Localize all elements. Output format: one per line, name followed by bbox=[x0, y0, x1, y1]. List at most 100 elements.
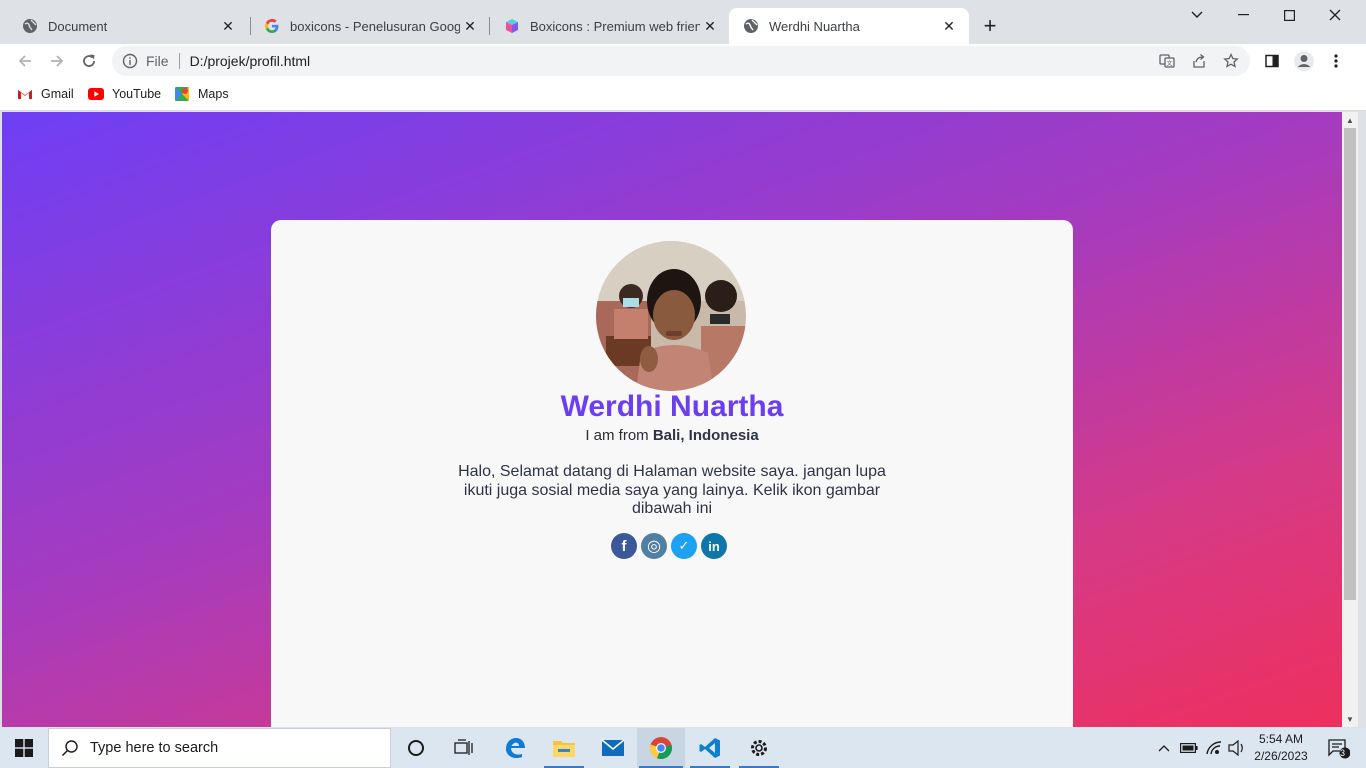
tab-search-button[interactable] bbox=[1174, 4, 1220, 26]
mail-icon bbox=[601, 739, 625, 756]
chevron-up-icon bbox=[1158, 745, 1170, 752]
profile-button[interactable] bbox=[1290, 47, 1318, 75]
arrow-left-icon bbox=[18, 55, 31, 67]
instagram-icon[interactable]: ◎ bbox=[641, 533, 667, 559]
bookmark-gmail[interactable]: Gmail bbox=[17, 84, 74, 104]
tab-title: Document bbox=[48, 18, 108, 34]
bookmarks-bar: Gmail YouTube Maps bbox=[0, 78, 1366, 111]
maximize-icon bbox=[1283, 9, 1295, 21]
more-vert-icon bbox=[1334, 54, 1338, 68]
settings-button[interactable] bbox=[735, 728, 783, 768]
tab-document[interactable]: Document ✕ bbox=[8, 8, 248, 44]
vscode-button[interactable] bbox=[686, 728, 734, 768]
clock-date: 2/26/2023 bbox=[1254, 749, 1308, 763]
search-placeholder: Type here to search bbox=[90, 740, 219, 756]
minimize-icon bbox=[1237, 14, 1249, 16]
network-button[interactable] bbox=[1203, 728, 1225, 768]
browser-toolbar: File D:/projek/profil.html 文 bbox=[0, 44, 1366, 78]
scroll-up-arrow-icon[interactable]: ▲ bbox=[1342, 113, 1358, 127]
maximize-button[interactable] bbox=[1266, 4, 1312, 26]
start-button[interactable] bbox=[0, 728, 48, 768]
profile-photo bbox=[596, 241, 746, 391]
youtube-icon bbox=[88, 86, 104, 102]
origin-prefix: I am from bbox=[585, 427, 649, 444]
scheme-label: File bbox=[146, 53, 169, 69]
reload-button[interactable] bbox=[75, 47, 103, 75]
cortana-icon bbox=[408, 740, 424, 756]
cortana-button[interactable] bbox=[392, 728, 440, 768]
url-text[interactable]: D:/projek/profil.html bbox=[190, 53, 311, 69]
svg-text:文: 文 bbox=[1166, 60, 1172, 68]
side-panel-icon bbox=[1265, 54, 1279, 68]
notifications-button[interactable]: 3 bbox=[1318, 728, 1358, 768]
taskbar: Type here to search 5:54 AM 2/26/2023 3 bbox=[0, 728, 1366, 768]
task-view-button[interactable] bbox=[440, 728, 488, 768]
taskbar-search-box[interactable]: Type here to search bbox=[48, 728, 391, 768]
tab-title: boxicons - Penelusuran Google bbox=[290, 18, 460, 34]
chevron-down-icon bbox=[1191, 11, 1203, 18]
linkedin-icon[interactable]: in bbox=[701, 533, 727, 559]
chrome-icon bbox=[649, 737, 672, 760]
edge-icon bbox=[506, 738, 525, 759]
page-viewport: Werdhi Nuartha I am from Bali, Indonesia… bbox=[2, 112, 1342, 727]
close-icon[interactable]: ✕ bbox=[218, 16, 238, 36]
menu-button[interactable] bbox=[1322, 47, 1350, 75]
bookmark-youtube[interactable]: YouTube bbox=[88, 84, 161, 104]
clock[interactable]: 5:54 AM 2/26/2023 bbox=[1250, 731, 1312, 765]
volume-button[interactable] bbox=[1226, 728, 1248, 768]
scroll-thumb[interactable] bbox=[1344, 128, 1356, 600]
task-view-icon bbox=[454, 739, 473, 755]
notification-count: 3 bbox=[1340, 748, 1346, 758]
gmail-icon bbox=[17, 86, 33, 102]
globe-icon bbox=[22, 18, 38, 34]
minimize-button[interactable] bbox=[1220, 4, 1266, 26]
close-window-button[interactable] bbox=[1312, 4, 1358, 26]
info-icon[interactable] bbox=[122, 53, 138, 69]
chrome-button[interactable] bbox=[637, 728, 685, 768]
window-edge bbox=[1358, 112, 1366, 727]
windows-logo-icon bbox=[15, 739, 33, 757]
search-icon bbox=[61, 740, 78, 757]
globe-icon bbox=[743, 18, 759, 34]
star-icon[interactable] bbox=[1223, 53, 1239, 69]
notification-icon bbox=[1328, 739, 1350, 759]
reload-icon bbox=[83, 54, 95, 67]
battery-button[interactable] bbox=[1178, 728, 1200, 768]
profile-description: Halo, Selamat datang di Halaman website … bbox=[458, 463, 886, 517]
forward-button[interactable] bbox=[43, 47, 71, 75]
back-button[interactable] bbox=[11, 47, 39, 75]
tab-title: Werdhi Nuartha bbox=[769, 18, 860, 34]
boxicons-icon bbox=[504, 18, 520, 34]
file-explorer-button[interactable] bbox=[540, 728, 588, 768]
tab-boxicons-search[interactable]: boxicons - Penelusuran Google ✕ bbox=[250, 8, 490, 44]
tab-werdhi-nuartha[interactable]: Werdhi Nuartha ✕ bbox=[729, 8, 969, 44]
page-scrollbar[interactable]: ▲ ▼ bbox=[1342, 112, 1358, 727]
profile-name: Werdhi Nuartha bbox=[560, 390, 784, 423]
avatar bbox=[596, 241, 746, 391]
close-icon[interactable]: ✕ bbox=[700, 16, 720, 36]
bookmark-label: Gmail bbox=[41, 87, 74, 101]
new-tab-button[interactable]: + bbox=[978, 13, 1002, 38]
close-icon[interactable]: ✕ bbox=[460, 16, 480, 36]
scroll-down-arrow-icon[interactable]: ▼ bbox=[1342, 712, 1358, 726]
address-separator bbox=[178, 53, 180, 69]
facebook-icon[interactable]: f bbox=[611, 533, 637, 559]
vscode-icon bbox=[699, 738, 720, 758]
close-icon bbox=[1329, 9, 1341, 21]
folder-icon bbox=[553, 741, 575, 757]
battery-icon bbox=[1180, 743, 1198, 753]
mail-button[interactable] bbox=[589, 728, 637, 768]
bookmark-label: YouTube bbox=[112, 87, 162, 101]
translate-icon[interactable]: 文 bbox=[1159, 53, 1175, 69]
profile-origin: I am from Bali, Indonesia bbox=[271, 427, 1073, 444]
tab-strip: Document ✕ boxicons - Penelusuran Google… bbox=[0, 0, 1366, 44]
share-icon[interactable] bbox=[1191, 53, 1207, 69]
twitter-icon[interactable]: ✓ bbox=[671, 533, 697, 559]
side-panel-button[interactable] bbox=[1258, 47, 1286, 75]
tab-boxicons[interactable]: Boxicons : Premium web friendly ✕ bbox=[490, 8, 730, 44]
address-bar[interactable]: File D:/projek/profil.html 文 bbox=[112, 46, 1250, 76]
edge-button[interactable] bbox=[491, 728, 539, 768]
close-icon[interactable]: ✕ bbox=[939, 16, 959, 36]
bookmark-maps[interactable]: Maps bbox=[174, 84, 229, 104]
show-hidden-icons-button[interactable] bbox=[1154, 728, 1174, 768]
